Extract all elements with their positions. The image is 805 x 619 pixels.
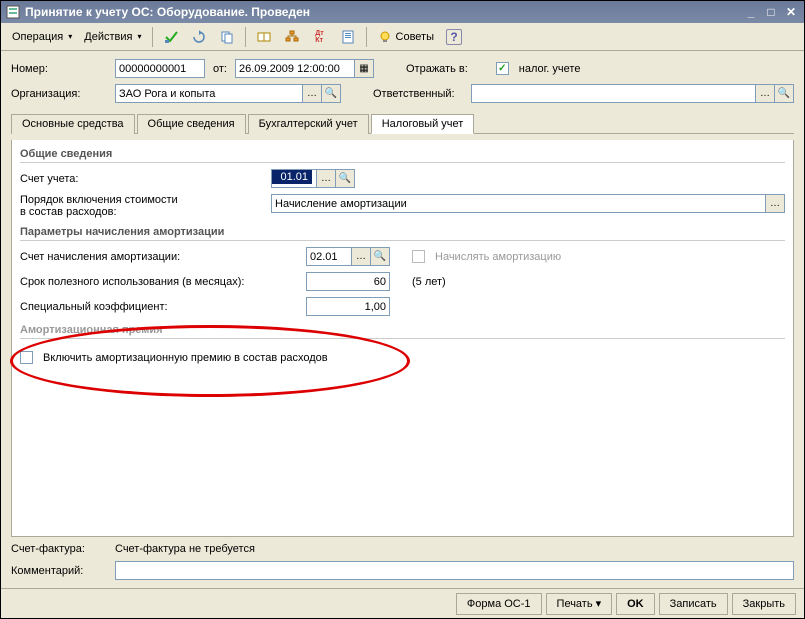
tax-account-checkbox[interactable] — [496, 62, 509, 75]
section-premium: Амортизационная премия — [20, 324, 785, 339]
actions-menu[interactable]: Действия▾ — [79, 26, 146, 48]
from-label: от: — [213, 63, 227, 75]
calc-amort-label: Начислять амортизацию — [435, 251, 561, 263]
useful-life-input[interactable] — [306, 272, 390, 291]
amort-acct-input[interactable] — [306, 247, 352, 266]
cost-order-input[interactable] — [271, 194, 766, 213]
calendar-button[interactable]: ▦ — [355, 59, 374, 78]
link-icon — [256, 29, 272, 45]
tax-tab-pane: Общие сведения Счет учета: 01.01 … 🔍 Пор… — [11, 140, 794, 537]
statusbar: Форма ОС-1 Печать▾ OK Записать Закрыть — [1, 588, 804, 618]
section-amort: Параметры начисления амортизации — [20, 226, 785, 241]
comment-label: Комментарий: — [11, 565, 109, 577]
link-button[interactable] — [251, 26, 277, 48]
amort-acct-ellipsis-button[interactable]: … — [352, 247, 371, 266]
report-icon — [340, 29, 356, 45]
dtkt-icon: ДтКт — [312, 29, 328, 45]
responsible-ellipsis-button[interactable]: … — [756, 84, 775, 103]
acct-ellipsis-button[interactable]: … — [317, 169, 336, 188]
responsible-search-button[interactable]: 🔍 — [775, 84, 794, 103]
ok-button[interactable]: OK — [616, 593, 655, 615]
calendar-icon: ▦ — [359, 63, 368, 74]
search-icon: 🔍 — [778, 88, 790, 99]
bulb-icon — [377, 29, 393, 45]
useful-life-label: Срок полезного использования (в месяцах)… — [20, 276, 300, 288]
responsible-input[interactable] — [471, 84, 756, 103]
coef-label: Специальный коэффициент: — [20, 301, 300, 313]
minimize-button[interactable]: _ — [742, 4, 760, 20]
toolbar: Операция▾ Действия▾ ДтКт Советы ? — [1, 23, 804, 51]
org-label: Организация: — [11, 88, 109, 100]
org-input[interactable] — [115, 84, 303, 103]
useful-life-hint: (5 лет) — [412, 276, 446, 288]
close-form-button[interactable]: Закрыть — [732, 593, 796, 615]
print-button[interactable]: Печать▾ — [546, 593, 613, 615]
invoice-value: Счет-фактура не требуется — [115, 543, 255, 555]
struct-icon — [284, 29, 300, 45]
coef-input[interactable] — [306, 297, 390, 316]
number-label: Номер: — [11, 63, 109, 75]
post-icon — [163, 29, 179, 45]
copy-icon — [219, 29, 235, 45]
help-icon: ? — [446, 29, 462, 45]
tips-button[interactable]: Советы — [372, 26, 439, 48]
calc-amort-checkbox — [412, 250, 425, 263]
search-icon: 🔍 — [325, 88, 337, 99]
responsible-label: Ответственный: — [373, 88, 465, 100]
dtkt-button[interactable]: ДтКт — [307, 26, 333, 48]
comment-input[interactable] — [115, 561, 794, 580]
search-icon: 🔍 — [374, 251, 386, 262]
tabs: Основные средства Общие сведения Бухгалт… — [11, 113, 794, 134]
acct-search-button[interactable]: 🔍 — [336, 169, 355, 188]
premium-checkbox[interactable] — [20, 351, 33, 364]
window-title: Принятие к учету ОС: Оборудование. Прове… — [25, 5, 310, 19]
tab-general-info[interactable]: Общие сведения — [137, 114, 246, 134]
refresh-icon — [191, 29, 207, 45]
app-icon — [5, 4, 21, 20]
number-input[interactable] — [115, 59, 205, 78]
search-icon: 🔍 — [339, 173, 351, 184]
window: Принятие к учету ОС: Оборудование. Прове… — [0, 0, 805, 619]
save-button[interactable]: Записать — [659, 593, 728, 615]
org-ellipsis-button[interactable]: … — [303, 84, 322, 103]
premium-section: Включить амортизационную премию в состав… — [20, 345, 785, 394]
copy-button[interactable] — [214, 26, 240, 48]
post-button[interactable] — [158, 26, 184, 48]
org-search-button[interactable]: 🔍 — [322, 84, 341, 103]
acct-label: Счет учета: — [20, 173, 265, 185]
cost-order-ellipsis-button[interactable]: … — [766, 194, 785, 213]
tab-tax-accounting[interactable]: Налоговый учет — [371, 114, 475, 134]
premium-check-label: Включить амортизационную премию в состав… — [43, 352, 328, 364]
titlebar: Принятие к учету ОС: Оборудование. Прове… — [1, 1, 804, 23]
cost-order-label: Порядок включения стоимости в состав рас… — [20, 194, 265, 218]
form-os1-button[interactable]: Форма ОС-1 — [456, 593, 542, 615]
form-body: Номер: от: ▦ Отражать в: налог. учете Ор… — [1, 51, 804, 588]
struct-button[interactable] — [279, 26, 305, 48]
date-input[interactable] — [235, 59, 355, 78]
tax-account-label: налог. учете — [519, 63, 581, 75]
amort-acct-search-button[interactable]: 🔍 — [371, 247, 390, 266]
close-button[interactable]: ✕ — [782, 4, 800, 20]
maximize-button[interactable]: □ — [762, 4, 780, 20]
amort-acct-label: Счет начисления амортизации: — [20, 251, 300, 263]
help-button[interactable]: ? — [441, 26, 467, 48]
reflect-label: Отражать в: — [406, 63, 468, 75]
tab-fixed-assets[interactable]: Основные средства — [11, 114, 135, 134]
section-general: Общие сведения — [20, 148, 785, 163]
refresh-button[interactable] — [186, 26, 212, 48]
operation-menu[interactable]: Операция▾ — [7, 26, 77, 48]
tab-accounting[interactable]: Бухгалтерский учет — [248, 114, 369, 134]
acct-input[interactable]: 01.01 — [271, 169, 317, 188]
report-button[interactable] — [335, 26, 361, 48]
invoice-label: Счет-фактура: — [11, 543, 109, 555]
